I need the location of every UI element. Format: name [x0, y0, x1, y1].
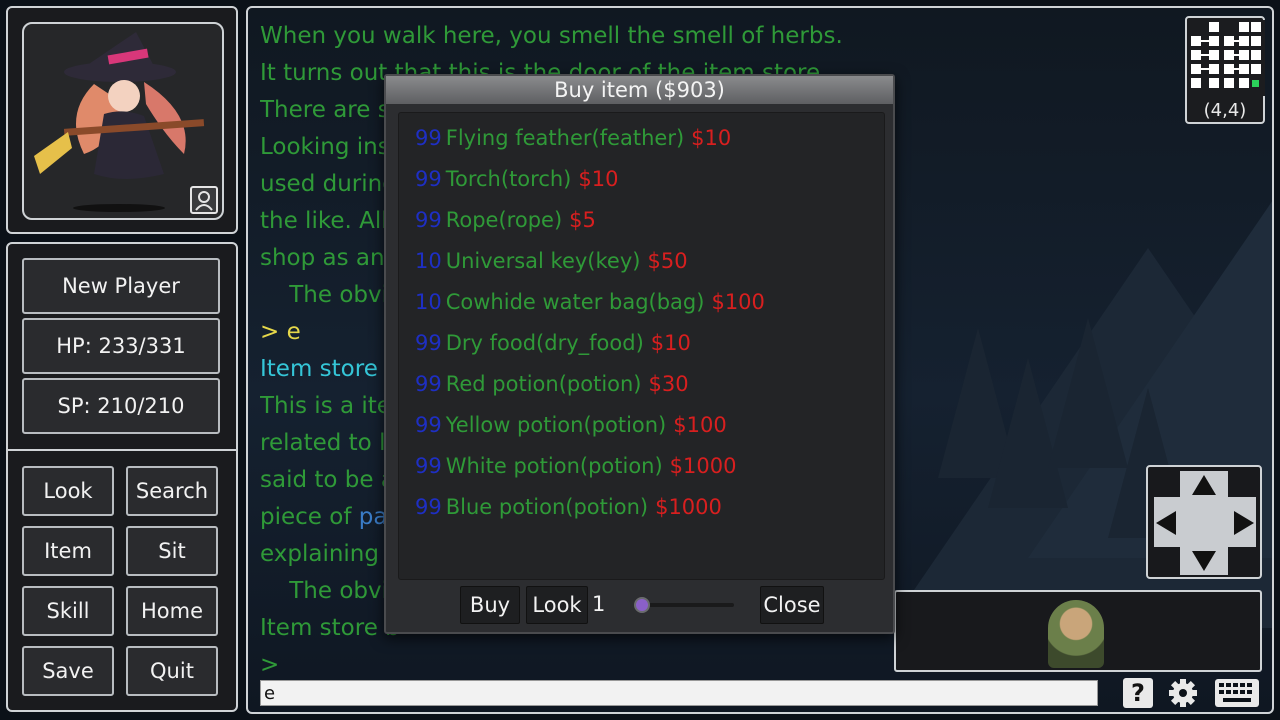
item-price: $10 [691, 125, 732, 150]
item-price: $100 [673, 412, 727, 437]
item-price: $10 [578, 166, 619, 191]
look-button[interactable]: Look [22, 466, 114, 516]
home-button[interactable]: Home [126, 586, 218, 636]
item-name: Torch(torch) [445, 166, 572, 191]
sit-button[interactable]: Sit [126, 526, 218, 576]
item-quantity: 99 [415, 207, 442, 232]
quantity-value: 1 [592, 592, 606, 616]
map-coordinates: (4,4) [1203, 100, 1247, 121]
item-name: Rope(rope) [445, 207, 563, 232]
player-name[interactable]: New Player [22, 258, 220, 314]
direction-pad [1146, 465, 1262, 579]
portrait-switch-icon[interactable] [190, 186, 218, 214]
arrow-right-icon[interactable] [1234, 511, 1254, 535]
item-button[interactable]: Item [22, 526, 114, 576]
item-quantity: 10 [415, 248, 442, 273]
command-input[interactable] [260, 680, 1098, 706]
list-item[interactable]: 99 Blue potion(potion) $1000 [399, 486, 884, 527]
story-text: piece of [260, 504, 359, 530]
list-item[interactable]: 10 Universal key(key) $50 [399, 240, 884, 281]
item-price: $50 [647, 248, 688, 273]
skill-button[interactable]: Skill [22, 586, 114, 636]
portrait-panel [6, 6, 238, 234]
quantity-slider-track[interactable] [638, 603, 734, 607]
player-location-marker [1252, 80, 1259, 87]
item-name: Universal key(key) [445, 248, 641, 273]
story-line: When you walk here, you smell the smell … [260, 23, 843, 49]
look-item-button[interactable]: Look [526, 586, 588, 624]
list-item[interactable]: 99 Rope(rope) $5 [399, 199, 884, 240]
item-price: $100 [711, 289, 765, 314]
list-item[interactable]: 99 Flying feather(feather) $10 [399, 117, 884, 158]
help-glyph: ? [1123, 678, 1153, 708]
item-quantity: 99 [415, 330, 442, 355]
dialog-title: Buy item ($903) [386, 76, 893, 104]
save-button[interactable]: Save [22, 646, 114, 696]
item-name: Red potion(potion) [445, 371, 642, 396]
item-quantity: 10 [415, 289, 442, 314]
list-item[interactable]: 10 Cowhide water bag(bag) $100 [399, 281, 884, 322]
arrow-down-icon[interactable] [1192, 551, 1216, 571]
item-name: Dry food(dry_food) [445, 330, 644, 355]
sp-display: SP: 210/210 [22, 378, 220, 434]
panel-divider [8, 449, 236, 451]
minimap-grid [1189, 20, 1265, 96]
item-name: Cowhide water bag(bag) [445, 289, 705, 314]
quit-button[interactable]: Quit [126, 646, 218, 696]
prompt: > [260, 652, 280, 678]
arrow-left-icon[interactable] [1156, 511, 1176, 535]
item-name: White potion(potion) [445, 453, 663, 478]
buy-item-dialog: Buy item ($903) 99 Flying feather(feather… [384, 74, 895, 634]
item-quantity: 99 [415, 371, 442, 396]
help-icon[interactable]: ? [1121, 676, 1155, 710]
arrow-up-icon[interactable] [1192, 475, 1216, 495]
list-item[interactable]: 99 Torch(torch) $10 [399, 158, 884, 199]
keyboard-icon[interactable] [1214, 676, 1260, 710]
item-price: $1000 [655, 494, 722, 519]
item-quantity: 99 [415, 453, 442, 478]
gear-icon[interactable] [1166, 676, 1200, 710]
list-item[interactable]: 99 Dry food(dry_food) $10 [399, 322, 884, 363]
item-name: Flying feather(feather) [445, 125, 685, 150]
hp-display: HP: 233/331 [22, 318, 220, 374]
npc-panel [894, 590, 1262, 672]
item-price: $30 [648, 371, 689, 396]
list-item[interactable]: 99 White potion(potion) $1000 [399, 445, 884, 486]
item-price: $5 [569, 207, 596, 232]
item-price: $1000 [669, 453, 737, 478]
item-price: $10 [650, 330, 691, 355]
item-quantity: 99 [415, 494, 442, 519]
item-list: 99 Flying feather(feather) $10 99 Torch(tor… [398, 112, 885, 580]
quantity-slider-handle[interactable] [634, 597, 650, 613]
item-name: Yellow potion(potion) [445, 412, 667, 437]
minimap[interactable]: (4,4) [1185, 16, 1265, 124]
buy-button[interactable]: Buy [460, 586, 520, 624]
item-quantity: 99 [415, 412, 442, 437]
item-name: Blue potion(potion) [445, 494, 649, 519]
character-portrait [22, 22, 224, 220]
item-quantity: 99 [415, 125, 442, 150]
status-panel: New Player HP: 233/331 SP: 210/210 Look … [6, 242, 238, 712]
item-quantity: 99 [415, 166, 442, 191]
list-item[interactable]: 99 Yellow potion(potion) $100 [399, 404, 884, 445]
npc-avatar[interactable] [1048, 600, 1104, 668]
close-button[interactable]: Close [760, 586, 824, 624]
list-item[interactable]: 99 Red potion(potion) $30 [399, 363, 884, 404]
search-button[interactable]: Search [126, 466, 218, 516]
